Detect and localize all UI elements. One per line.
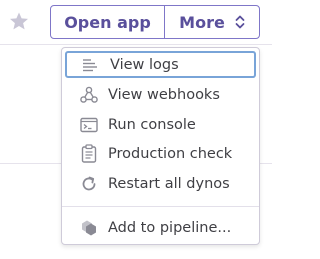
- menu-item-view-logs[interactable]: View logs: [65, 51, 256, 78]
- star-icon[interactable]: [9, 11, 29, 31]
- more-button[interactable]: More: [165, 6, 259, 38]
- header-divider-top: [0, 44, 272, 45]
- app-actions-button-group: Open app More: [50, 5, 260, 39]
- webhooks-icon: [79, 85, 99, 105]
- menu-item-label: Run console: [108, 116, 196, 133]
- console-icon: [79, 115, 99, 135]
- menu-item-production-check[interactable]: Production check: [65, 140, 256, 167]
- menu-item-label: Restart all dynos: [108, 175, 230, 192]
- menu-item-view-webhooks[interactable]: View webhooks: [65, 81, 256, 108]
- menu-item-add-to-pipeline[interactable]: Add to pipeline...: [65, 214, 256, 241]
- menu-item-label: View logs: [110, 56, 179, 73]
- clipboard-check-icon: [79, 144, 99, 164]
- logs-icon: [81, 55, 101, 75]
- open-app-button[interactable]: Open app: [51, 6, 165, 38]
- more-label: More: [179, 12, 225, 32]
- menu-item-label: Add to pipeline...: [108, 219, 232, 236]
- menu-item-label: View webhooks: [108, 86, 220, 103]
- chevron-up-down-icon: [235, 15, 245, 29]
- restart-icon: [79, 174, 99, 194]
- more-dropdown-menu: View logs View webhooks Run console Prod…: [61, 47, 260, 245]
- menu-item-run-console[interactable]: Run console: [65, 111, 256, 138]
- menu-item-restart-all-dynos[interactable]: Restart all dynos: [65, 170, 256, 197]
- menu-divider: [62, 206, 259, 207]
- open-app-label: Open app: [64, 12, 151, 32]
- menu-item-label: Production check: [108, 145, 233, 162]
- pipeline-icon: [79, 218, 99, 238]
